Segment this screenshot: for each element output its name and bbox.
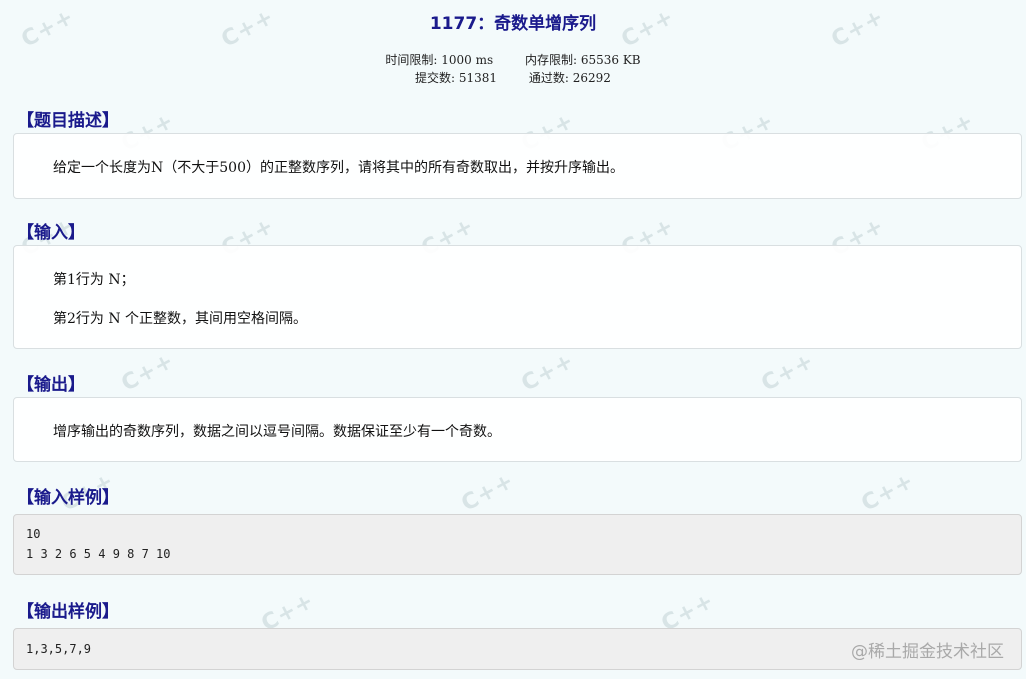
input-line-2: 第2行为 N 个正整数，其间用空格间隔。 [53, 311, 308, 327]
time-limit: 时间限制: 1000 ms [385, 53, 494, 67]
watermark-text: C++ [517, 348, 579, 397]
input-line-1: 第1行为 N； [53, 272, 135, 288]
section-title-input: 【输入】 [17, 223, 85, 243]
memory-limit: 内存限制: 65536 KB [524, 53, 641, 67]
description-box: 给定一个长度为N（不大于500）的正整数序列，请将其中的所有奇数取出，并按升序输… [13, 133, 1022, 199]
output-box: 增序输出的奇数序列，数据之间以逗号间隔。数据保证至少有一个奇数。 [13, 397, 1022, 462]
watermark-text: C++ [117, 348, 179, 397]
watermark-text: C++ [457, 468, 519, 517]
juejin-watermark: @稀土掘金技术社区 [851, 642, 1004, 662]
description-text: 给定一个长度为N（不大于500）的正整数序列，请将其中的所有奇数取出，并按升序输… [53, 160, 624, 176]
problem-limits: 时间限制: 1000 ms 内存限制: 65536 KB [0, 51, 1026, 68]
problem-stats: 提交数: 51381 通过数: 26292 [0, 69, 1026, 86]
watermark-text: C++ [757, 348, 819, 397]
section-title-sample-input: 【输入样例】 [17, 488, 119, 508]
watermark-text: C++ [857, 468, 919, 517]
input-box: 第1行为 N； 第2行为 N 个正整数，其间用空格间隔。 [13, 245, 1022, 349]
output-text: 增序输出的奇数序列，数据之间以逗号间隔。数据保证至少有一个奇数。 [53, 424, 501, 440]
problem-title: 1177：奇数单增序列 [429, 14, 597, 34]
sample-input-line-1: 10 [26, 527, 41, 541]
section-title-description: 【题目描述】 [17, 111, 119, 131]
section-title-output: 【输出】 [17, 375, 85, 395]
submission-count: 提交数: 51381 [415, 71, 498, 85]
sample-output-line-1: 1,3,5,7,9 [26, 642, 92, 656]
accepted-count: 通过数: 26292 [528, 71, 611, 85]
sample-input-code[interactable]: 10 1 3 2 6 5 4 9 8 7 10 [13, 514, 1022, 575]
section-title-sample-output: 【输出样例】 [17, 602, 119, 622]
sample-input-line-2: 1 3 2 6 5 4 9 8 7 10 [26, 547, 171, 561]
